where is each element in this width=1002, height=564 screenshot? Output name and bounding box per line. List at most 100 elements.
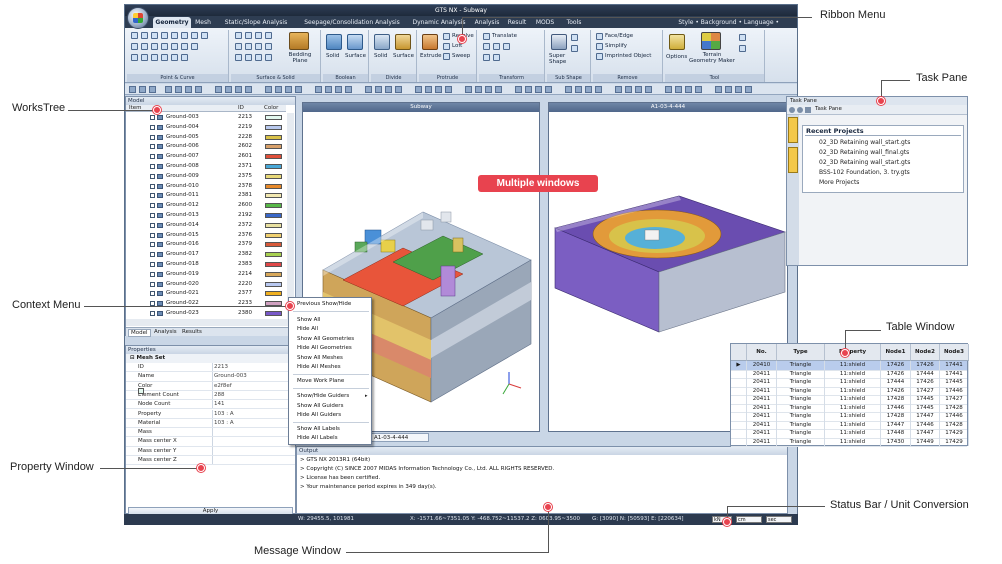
toolbar-icon[interactable] bbox=[375, 86, 382, 93]
super-shape-icon[interactable] bbox=[551, 34, 567, 50]
rectangle-icon[interactable] bbox=[181, 32, 188, 39]
trim-icon[interactable] bbox=[201, 32, 208, 39]
chamfer-icon[interactable] bbox=[171, 54, 178, 61]
table-cell-prop[interactable]: 11:shield bbox=[825, 420, 881, 429]
torus-icon[interactable] bbox=[245, 43, 252, 50]
arc-icon[interactable] bbox=[151, 32, 158, 39]
tab-analysis-tree[interactable]: Analysis bbox=[154, 329, 177, 335]
fillet-icon[interactable] bbox=[151, 43, 158, 50]
extrude-label[interactable]: Extrude bbox=[420, 53, 442, 59]
ellipse-icon[interactable] bbox=[141, 54, 148, 61]
tree-row[interactable]: Ground-010 2378 bbox=[126, 182, 288, 191]
toolbar-icon[interactable] bbox=[615, 86, 622, 93]
visibility-checkbox[interactable] bbox=[150, 154, 155, 160]
toolbar-icon[interactable] bbox=[715, 86, 722, 93]
toolbar-icon[interactable] bbox=[465, 86, 472, 93]
side-tab-task-pane[interactable] bbox=[788, 117, 798, 143]
toolbar-icon[interactable] bbox=[275, 86, 282, 93]
polyline-icon[interactable] bbox=[171, 32, 178, 39]
sweep-label[interactable]: Sweep bbox=[452, 53, 470, 59]
toolbar-icon[interactable] bbox=[525, 86, 532, 93]
toolbar-icon[interactable] bbox=[265, 86, 272, 93]
table-cell-n3[interactable]: 17445 bbox=[940, 378, 969, 387]
property-row[interactable]: Mass center Z bbox=[126, 456, 295, 466]
tab-results[interactable]: Results bbox=[182, 329, 202, 335]
menu-move-work-plane[interactable]: Move Work Plane bbox=[297, 378, 344, 384]
toolbar-icon[interactable] bbox=[645, 86, 652, 93]
visibility-checkbox[interactable] bbox=[150, 232, 155, 238]
revolve-icon[interactable] bbox=[443, 33, 450, 40]
tab-analysis[interactable]: Analysis bbox=[473, 17, 501, 28]
visibility-checkbox[interactable] bbox=[150, 183, 155, 189]
task-pane-dropdown[interactable]: Task Pane bbox=[815, 106, 842, 112]
toolbar-icon[interactable] bbox=[435, 86, 442, 93]
divide-surface-icon[interactable] bbox=[395, 34, 411, 50]
table-cell-n1[interactable]: 17444 bbox=[881, 378, 911, 387]
recent-project-item[interactable]: 02_3D Retaining wall_final.gts bbox=[819, 149, 909, 156]
style-background-language[interactable]: Style • Background • Language • bbox=[678, 17, 779, 28]
more-projects-link[interactable]: More Projects bbox=[819, 179, 859, 186]
toolbar-icon[interactable] bbox=[395, 86, 402, 93]
menu-hide-all-labels[interactable]: Hide All Labels bbox=[297, 435, 338, 441]
table-cell-n2[interactable]: 17449 bbox=[911, 437, 940, 446]
visibility-checkbox[interactable] bbox=[150, 271, 155, 277]
tree-row[interactable]: Ground-005 2228 bbox=[126, 133, 288, 142]
visibility-checkbox[interactable] bbox=[150, 213, 155, 218]
table-cell-prop[interactable]: 11:shield bbox=[825, 403, 881, 412]
tree-row[interactable]: Ground-019 2214 bbox=[126, 270, 288, 279]
menu-show-all-meshes[interactable]: Show All Meshes bbox=[297, 355, 343, 361]
table-cell-n1[interactable]: 17428 bbox=[881, 395, 911, 404]
plane-icon[interactable] bbox=[235, 43, 242, 50]
extend-icon[interactable] bbox=[161, 43, 168, 50]
terrain-geometry-maker-icon[interactable] bbox=[701, 32, 721, 50]
table-cell-type[interactable]: Triangle bbox=[777, 378, 825, 387]
menu-show-all[interactable]: Show All bbox=[297, 317, 320, 323]
recent-project-item[interactable]: BSS-102 Foundation, 3. try.gts bbox=[819, 169, 910, 176]
toolbar-icon[interactable] bbox=[175, 86, 182, 93]
face-icon[interactable] bbox=[235, 54, 242, 61]
home-icon[interactable] bbox=[805, 107, 811, 113]
tree-row[interactable]: Ground-013 2192 bbox=[126, 211, 288, 220]
visibility-checkbox[interactable] bbox=[150, 311, 155, 316]
menu-hide-all[interactable]: Hide All bbox=[297, 326, 318, 332]
property-value[interactable]: 103 : A bbox=[214, 419, 234, 428]
offset-icon[interactable] bbox=[141, 43, 148, 50]
table-cell-no[interactable]: 20411 bbox=[747, 437, 777, 446]
visibility-checkbox[interactable] bbox=[150, 164, 155, 169]
menu-show-hide-guiders[interactable]: Show/Hide Guiders bbox=[297, 393, 349, 399]
tab-result[interactable]: Result bbox=[505, 17, 529, 28]
toolbar-icon[interactable] bbox=[415, 86, 422, 93]
tree-row[interactable]: Ground-004 2219 bbox=[126, 123, 288, 132]
table-cell-n1[interactable]: 17447 bbox=[881, 420, 911, 429]
menu-previous-show-hide[interactable]: Previous Show/Hide bbox=[297, 301, 351, 307]
application-menu-button[interactable] bbox=[127, 7, 149, 29]
table-cell-n2[interactable]: 17445 bbox=[911, 395, 940, 404]
table-cell-type[interactable]: Triangle bbox=[777, 429, 825, 438]
table-cell-n2[interactable]: 17445 bbox=[911, 403, 940, 412]
toolbar-icon[interactable] bbox=[129, 86, 136, 93]
tree-row[interactable]: Ground-012 2600 bbox=[126, 201, 288, 210]
works-tree-scrollbar[interactable] bbox=[287, 113, 294, 319]
toolbar-icon[interactable] bbox=[385, 86, 392, 93]
curve-icon[interactable] bbox=[191, 43, 198, 50]
options-label[interactable]: Options bbox=[666, 54, 687, 60]
divide-solid-label[interactable]: Solid bbox=[374, 53, 387, 59]
toolbar-icon[interactable] bbox=[565, 86, 572, 93]
table-cell-n2[interactable]: 17426 bbox=[911, 378, 940, 387]
tool-extra2-icon[interactable] bbox=[739, 45, 746, 52]
line-icon[interactable] bbox=[141, 32, 148, 39]
property-row[interactable]: Material 103 : A bbox=[126, 418, 295, 429]
property-row[interactable]: Element Count 288 bbox=[126, 390, 295, 401]
table-cell-type[interactable]: Triangle bbox=[777, 386, 825, 395]
table-cell-type[interactable]: Triangle bbox=[777, 395, 825, 404]
property-value[interactable]: Ground-003 bbox=[214, 372, 247, 381]
toolbar-icon[interactable] bbox=[315, 86, 322, 93]
view-tab-a1[interactable]: A1-03-4-444 bbox=[369, 433, 429, 442]
table-cell-prop[interactable]: 11:shield bbox=[825, 429, 881, 438]
table-cell-n3[interactable]: 17429 bbox=[940, 437, 969, 446]
toolbar-icon[interactable] bbox=[535, 86, 542, 93]
property-row[interactable]: Property 103 : A bbox=[126, 409, 295, 419]
property-row[interactable]: Mass center X bbox=[126, 437, 295, 447]
visibility-checkbox[interactable] bbox=[150, 281, 155, 287]
tab-mesh[interactable]: Mesh bbox=[193, 17, 213, 28]
